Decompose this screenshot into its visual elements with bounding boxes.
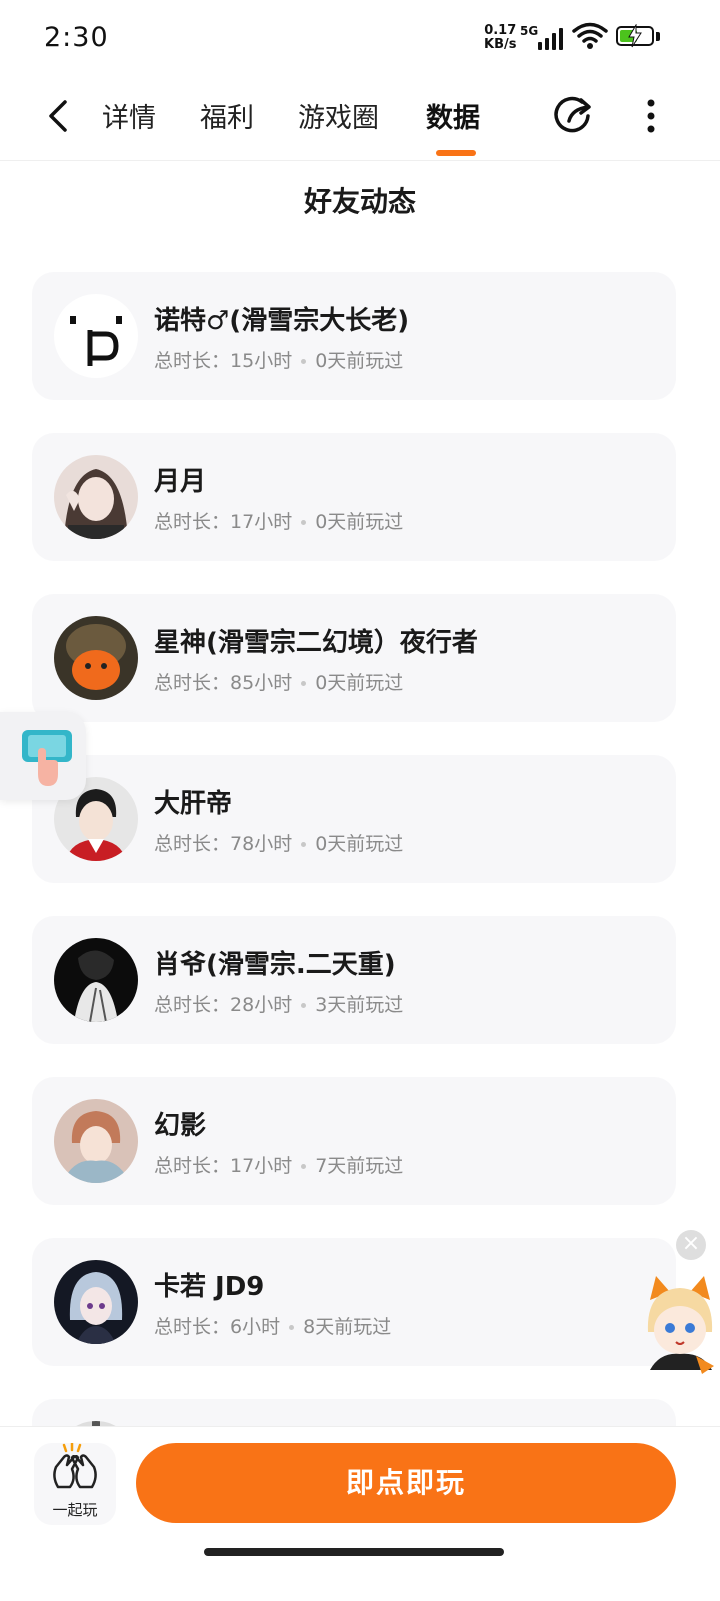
home-indicator	[204, 1548, 504, 1556]
more-icon[interactable]	[636, 94, 666, 138]
bottom-action-bar: 一起玩 即点即玩	[0, 1426, 720, 1601]
friend-meta: 总时长：17小时 0天前玩过	[154, 511, 404, 533]
friend-card[interactable]: 月月 总时长：17小时 0天前玩过	[32, 433, 676, 561]
avatar	[54, 1099, 138, 1183]
floating-assistant-button[interactable]	[0, 712, 86, 800]
tab-benefits[interactable]: 福利	[200, 96, 254, 135]
friend-name: 幻影	[154, 1111, 207, 1141]
friend-card[interactable]: 肖爷(滑雪宗.二天重) 总时长：28小时 3天前玩过	[32, 916, 676, 1044]
avatar	[54, 1260, 138, 1344]
friend-name: 星神(滑雪宗二幻境）夜行者	[154, 628, 478, 658]
network-speed: 0.17 KB/s	[484, 23, 517, 52]
friend-meta: 总时长：78小时 0天前玩过	[154, 833, 404, 855]
friend-name: 肖爷(滑雪宗.二天重)	[154, 950, 396, 980]
close-floating-icon[interactable]: ×	[676, 1230, 706, 1260]
friend-list: 诺特♂(滑雪宗大长老) 总时长：15小时 0天前玩过 月月 总时长：17小时 0天前…	[32, 272, 676, 1560]
friend-name: 卡若 JD9	[154, 1272, 265, 1302]
friend-meta: 总时长：6小时 8天前玩过	[154, 1316, 392, 1338]
back-button[interactable]	[40, 96, 80, 136]
play-now-button[interactable]: 即点即玩	[136, 1443, 676, 1523]
charging-icon	[628, 24, 642, 48]
friend-card[interactable]: 星神(滑雪宗二幻境）夜行者 总时长：85小时 0天前玩过	[32, 594, 676, 722]
avatar	[54, 294, 138, 378]
mascot-floating-icon[interactable]	[640, 1270, 720, 1380]
wifi-icon	[572, 22, 608, 49]
clapping-hands-icon	[53, 1441, 97, 1489]
battery-cap	[656, 32, 660, 41]
share-icon[interactable]	[552, 94, 596, 138]
tap-hand-icon	[22, 730, 72, 786]
friend-card[interactable]: 诺特♂(滑雪宗大长老) 总时长：15小时 0天前玩过	[32, 272, 676, 400]
tab-game-circle[interactable]: 游戏圈	[298, 96, 379, 135]
friend-name: 月月	[154, 467, 207, 497]
friend-meta: 总时长：85小时 0天前玩过	[154, 672, 404, 694]
play-together-label: 一起玩	[52, 1501, 98, 1519]
friend-card[interactable]: 大肝帝 总时长：78小时 0天前玩过	[32, 755, 676, 883]
signal-icon	[536, 24, 566, 50]
section-title: 好友动态	[303, 185, 416, 218]
friend-meta: 总时长：15小时 0天前玩过	[154, 350, 404, 372]
avatar	[54, 616, 138, 700]
top-nav: 详情 福利 游戏圈 数据	[0, 78, 720, 161]
tab-details[interactable]: 详情	[102, 96, 156, 135]
avatar	[54, 938, 138, 1022]
status-time: 2:30	[44, 22, 109, 53]
tab-data[interactable]: 数据	[426, 96, 480, 135]
friend-card[interactable]: 卡若 JD9 总时长：6小时 8天前玩过	[32, 1238, 676, 1366]
friend-card[interactable]: 幻影 总时长：17小时 7天前玩过	[32, 1077, 676, 1205]
friend-meta: 总时长：28小时 3天前玩过	[154, 994, 404, 1016]
status-bar: 2:30 0.17 KB/s 5G	[0, 0, 720, 78]
active-tab-indicator	[436, 150, 476, 156]
friend-name: 诺特♂(滑雪宗大长老)	[154, 306, 410, 336]
avatar	[54, 455, 138, 539]
play-together-button[interactable]: 一起玩	[34, 1441, 116, 1525]
friend-name: 大肝帝	[154, 789, 233, 819]
friend-meta: 总时长：17小时 7天前玩过	[154, 1155, 404, 1177]
